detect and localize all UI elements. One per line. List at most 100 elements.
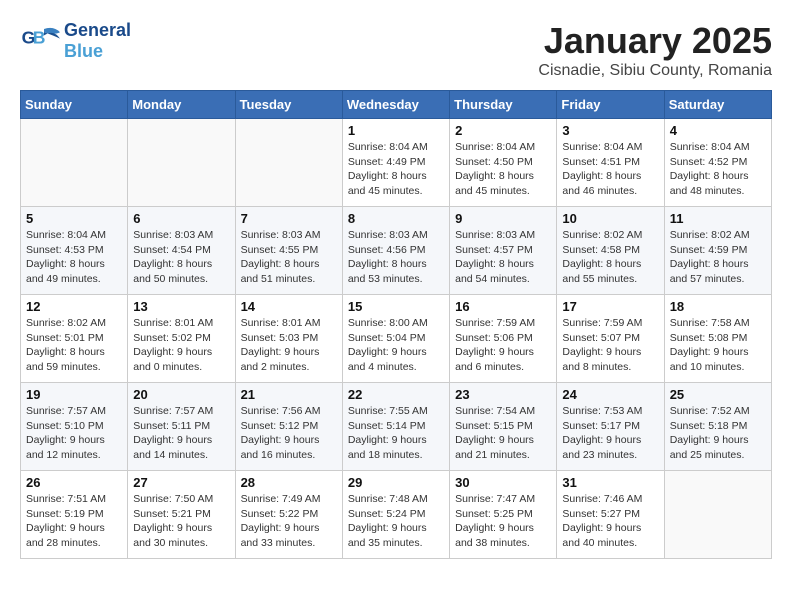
day-info: Sunrise: 7:46 AM Sunset: 5:27 PM Dayligh… xyxy=(562,492,658,551)
day-number: 25 xyxy=(670,387,766,402)
day-info: Sunrise: 8:02 AM Sunset: 4:58 PM Dayligh… xyxy=(562,228,658,287)
day-number: 17 xyxy=(562,299,658,314)
day-cell-25: 25 Sunrise: 7:52 AM Sunset: 5:18 PM Dayli… xyxy=(664,383,771,471)
day-info: Sunrise: 8:00 AM Sunset: 5:04 PM Dayligh… xyxy=(348,316,444,375)
day-number: 9 xyxy=(455,211,551,226)
empty-cell xyxy=(21,119,128,207)
day-number: 7 xyxy=(241,211,337,226)
day-info: Sunrise: 7:48 AM Sunset: 5:24 PM Dayligh… xyxy=(348,492,444,551)
weekday-header-monday: Monday xyxy=(128,91,235,119)
day-number: 23 xyxy=(455,387,551,402)
weekday-header-tuesday: Tuesday xyxy=(235,91,342,119)
day-info: Sunrise: 8:03 AM Sunset: 4:54 PM Dayligh… xyxy=(133,228,229,287)
logo: G B General Blue xyxy=(20,20,131,62)
day-cell-17: 17Sunrise: 7:59 AM Sunset: 5:07 PM Dayli… xyxy=(557,295,664,383)
day-number: 16 xyxy=(455,299,551,314)
weekday-header-row: SundayMondayTuesdayWednesdayThursdayFrid… xyxy=(21,91,772,119)
day-info: Sunrise: 7:51 AM Sunset: 5:19 PM Dayligh… xyxy=(26,492,122,551)
weekday-header-friday: Friday xyxy=(557,91,664,119)
day-number: 20 xyxy=(133,387,229,402)
day-number: 12 xyxy=(26,299,122,314)
empty-cell xyxy=(128,119,235,207)
day-number: 30 xyxy=(455,475,551,490)
week-row-1: 1Sunrise: 8:04 AM Sunset: 4:49 PM Daylig… xyxy=(21,119,772,207)
day-info: Sunrise: 7:52 AM Sunset: 5:18 PM Dayligh… xyxy=(670,404,766,463)
day-cell-20: 20 Sunrise: 7:57 AM Sunset: 5:11 PM Dayli… xyxy=(128,383,235,471)
day-number: 2 xyxy=(455,123,551,138)
page-header: G B General Blue January 2025 Cisnadie, … xyxy=(20,20,772,80)
day-cell-9: 9Sunrise: 8:03 AM Sunset: 4:57 PM Daylig… xyxy=(450,207,557,295)
weekday-header-sunday: Sunday xyxy=(21,91,128,119)
month-title: January 2025 xyxy=(538,20,772,62)
day-info: Sunrise: 7:58 AM Sunset: 5:08 PM Dayligh… xyxy=(670,316,766,375)
day-cell-30: 30Sunrise: 7:47 AM Sunset: 5:25 PM Dayli… xyxy=(450,471,557,559)
day-cell-8: 8Sunrise: 8:03 AM Sunset: 4:56 PM Daylig… xyxy=(342,207,449,295)
day-info: Sunrise: 8:02 AM Sunset: 4:59 PM Dayligh… xyxy=(670,228,766,287)
day-info: Sunrise: 7:56 AM Sunset: 5:12 PM Dayligh… xyxy=(241,404,337,463)
day-number: 14 xyxy=(241,299,337,314)
week-row-2: 5 Sunrise: 8:04 AM Sunset: 4:53 PM Daylig… xyxy=(21,207,772,295)
day-cell-28: 28Sunrise: 7:49 AM Sunset: 5:22 PM Dayli… xyxy=(235,471,342,559)
day-number: 8 xyxy=(348,211,444,226)
day-info: Sunrise: 7:54 AM Sunset: 5:15 PM Dayligh… xyxy=(455,404,551,463)
calendar-table: SundayMondayTuesdayWednesdayThursdayFrid… xyxy=(20,90,772,559)
day-cell-27: 27 Sunrise: 7:50 AM Sunset: 5:21 PM Dayli… xyxy=(128,471,235,559)
day-number: 29 xyxy=(348,475,444,490)
day-info: Sunrise: 7:53 AM Sunset: 5:17 PM Dayligh… xyxy=(562,404,658,463)
location: Cisnadie, Sibiu County, Romania xyxy=(538,62,772,80)
logo-line2: Blue xyxy=(64,41,131,62)
empty-cell xyxy=(664,471,771,559)
day-info: Sunrise: 7:59 AM Sunset: 5:06 PM Dayligh… xyxy=(455,316,551,375)
day-number: 24 xyxy=(562,387,658,402)
day-info: Sunrise: 7:57 AM Sunset: 5:10 PM Dayligh… xyxy=(26,404,122,463)
day-info: Sunrise: 7:50 AM Sunset: 5:21 PM Dayligh… xyxy=(133,492,229,551)
day-number: 15 xyxy=(348,299,444,314)
day-cell-15: 15 Sunrise: 8:00 AM Sunset: 5:04 PM Dayli… xyxy=(342,295,449,383)
logo-icon: G B xyxy=(20,21,60,61)
day-info: Sunrise: 8:04 AM Sunset: 4:53 PM Dayligh… xyxy=(26,228,122,287)
day-number: 26 xyxy=(26,475,122,490)
week-row-5: 26 Sunrise: 7:51 AM Sunset: 5:19 PM Dayli… xyxy=(21,471,772,559)
day-cell-19: 19Sunrise: 7:57 AM Sunset: 5:10 PM Dayli… xyxy=(21,383,128,471)
day-cell-21: 21 Sunrise: 7:56 AM Sunset: 5:12 PM Dayli… xyxy=(235,383,342,471)
day-number: 21 xyxy=(241,387,337,402)
day-info: Sunrise: 7:55 AM Sunset: 5:14 PM Dayligh… xyxy=(348,404,444,463)
day-number: 1 xyxy=(348,123,444,138)
day-cell-10: 10Sunrise: 8:02 AM Sunset: 4:58 PM Dayli… xyxy=(557,207,664,295)
day-cell-14: 14 Sunrise: 8:01 AM Sunset: 5:03 PM Dayli… xyxy=(235,295,342,383)
day-number: 27 xyxy=(133,475,229,490)
svg-text:B: B xyxy=(33,27,46,47)
week-row-4: 19Sunrise: 7:57 AM Sunset: 5:10 PM Dayli… xyxy=(21,383,772,471)
day-cell-26: 26 Sunrise: 7:51 AM Sunset: 5:19 PM Dayli… xyxy=(21,471,128,559)
day-cell-29: 29 Sunrise: 7:48 AM Sunset: 5:24 PM Dayli… xyxy=(342,471,449,559)
day-info: Sunrise: 8:04 AM Sunset: 4:50 PM Dayligh… xyxy=(455,140,551,199)
day-info: Sunrise: 8:04 AM Sunset: 4:51 PM Dayligh… xyxy=(562,140,658,199)
day-number: 4 xyxy=(670,123,766,138)
empty-cell xyxy=(235,119,342,207)
day-cell-13: 13Sunrise: 8:01 AM Sunset: 5:02 PM Dayli… xyxy=(128,295,235,383)
day-cell-24: 24 Sunrise: 7:53 AM Sunset: 5:17 PM Dayli… xyxy=(557,383,664,471)
day-info: Sunrise: 8:01 AM Sunset: 5:03 PM Dayligh… xyxy=(241,316,337,375)
day-number: 28 xyxy=(241,475,337,490)
day-cell-23: 23 Sunrise: 7:54 AM Sunset: 5:15 PM Dayli… xyxy=(450,383,557,471)
day-cell-22: 22 Sunrise: 7:55 AM Sunset: 5:14 PM Dayli… xyxy=(342,383,449,471)
day-cell-18: 18 Sunrise: 7:58 AM Sunset: 5:08 PM Dayli… xyxy=(664,295,771,383)
day-number: 22 xyxy=(348,387,444,402)
day-cell-16: 16 Sunrise: 7:59 AM Sunset: 5:06 PM Dayli… xyxy=(450,295,557,383)
day-cell-4: 4Sunrise: 8:04 AM Sunset: 4:52 PM Daylig… xyxy=(664,119,771,207)
day-cell-6: 6Sunrise: 8:03 AM Sunset: 4:54 PM Daylig… xyxy=(128,207,235,295)
logo-line1: General xyxy=(64,20,131,41)
day-cell-2: 2 Sunrise: 8:04 AM Sunset: 4:50 PM Daylig… xyxy=(450,119,557,207)
weekday-header-thursday: Thursday xyxy=(450,91,557,119)
day-number: 18 xyxy=(670,299,766,314)
day-cell-3: 3Sunrise: 8:04 AM Sunset: 4:51 PM Daylig… xyxy=(557,119,664,207)
day-cell-11: 11 Sunrise: 8:02 AM Sunset: 4:59 PM Dayli… xyxy=(664,207,771,295)
day-cell-31: 31Sunrise: 7:46 AM Sunset: 5:27 PM Dayli… xyxy=(557,471,664,559)
weekday-header-wednesday: Wednesday xyxy=(342,91,449,119)
day-cell-1: 1Sunrise: 8:04 AM Sunset: 4:49 PM Daylig… xyxy=(342,119,449,207)
day-cell-7: 7Sunrise: 8:03 AM Sunset: 4:55 PM Daylig… xyxy=(235,207,342,295)
day-info: Sunrise: 7:57 AM Sunset: 5:11 PM Dayligh… xyxy=(133,404,229,463)
day-number: 5 xyxy=(26,211,122,226)
day-number: 11 xyxy=(670,211,766,226)
day-info: Sunrise: 8:02 AM Sunset: 5:01 PM Dayligh… xyxy=(26,316,122,375)
